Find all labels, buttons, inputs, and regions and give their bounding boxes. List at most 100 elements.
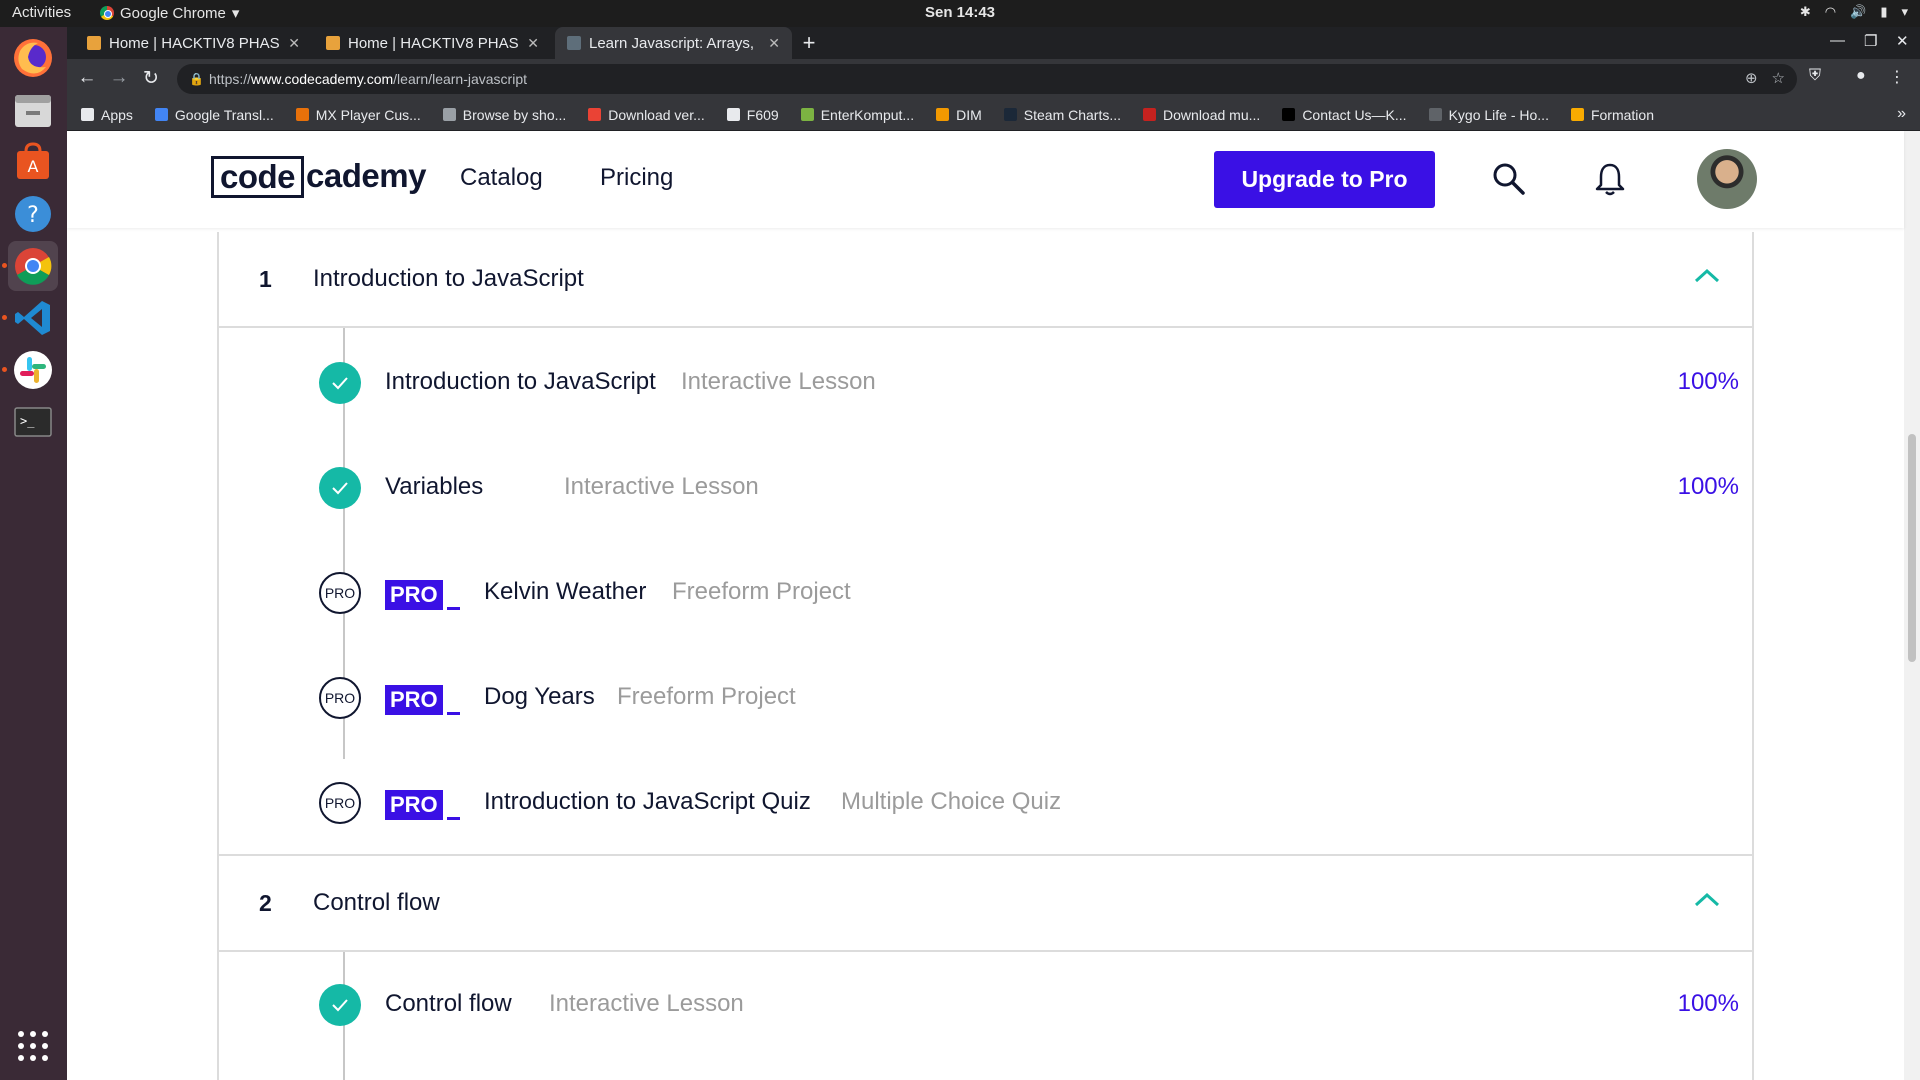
chrome-launcher[interactable] [8, 241, 58, 291]
pro-badge-cursor [446, 607, 460, 610]
browser-tab-active[interactable]: Learn Javascript: Arrays, ✕ [555, 27, 792, 59]
lesson-type: Interactive Lesson [681, 368, 876, 395]
nav-pricing[interactable]: Pricing [600, 164, 673, 192]
slack-launcher[interactable] [8, 345, 58, 395]
close-tab-icon[interactable]: ✕ [527, 35, 539, 52]
bookmark-label: Formation [1590, 106, 1654, 123]
battery-icon: ▮ [1880, 4, 1888, 19]
lesson-title: Introduction to JavaScript Quiz [484, 788, 811, 815]
restore-icon[interactable]: ❐ [1864, 32, 1877, 50]
bookmark-item[interactable]: F609 [726, 107, 779, 123]
lesson-row-pro[interactable]: PRO PRO Kelvin Weather Freeform Project [319, 568, 1739, 618]
bookmark-label: Download ver... [608, 106, 705, 123]
app-grid-icon [18, 1031, 48, 1061]
reload-icon[interactable]: ↻ [139, 67, 163, 90]
terminal-launcher[interactable]: >_ [8, 397, 58, 447]
notifications-bell-icon[interactable] [1595, 161, 1625, 197]
files-icon [15, 95, 51, 127]
running-indicator [2, 315, 7, 320]
menu-kebab-icon[interactable]: ⋮ [1889, 67, 1905, 87]
lesson-row[interactable]: Introduction to JavaScript Interactive L… [319, 358, 1739, 408]
pro-lock-icon: PRO [319, 572, 361, 614]
bookmark-item[interactable]: EnterKomput... [800, 107, 914, 123]
lesson-type: Freeform Project [617, 683, 796, 710]
lesson-progress: 100% [1677, 473, 1739, 500]
nav-catalog[interactable]: Catalog [460, 164, 543, 192]
chevron-up-icon[interactable] [1694, 892, 1720, 908]
bookmark-item[interactable]: Contact Us—K... [1282, 106, 1407, 123]
minimize-icon[interactable]: — [1830, 32, 1845, 49]
lesson-row[interactable]: Control flow Interactive Lesson 100% [319, 980, 1739, 1030]
clock[interactable]: Sen 14:43 [0, 4, 1920, 21]
bookmark-item[interactable]: Apps [81, 107, 133, 123]
lesson-progress: 100% [1677, 990, 1739, 1017]
lesson-type: Interactive Lesson [564, 473, 759, 500]
pro-lock-icon: PRO [319, 782, 361, 824]
chevron-up-icon[interactable] [1694, 268, 1720, 284]
bookmark-item[interactable]: Google Transl... [154, 107, 274, 123]
bookmark-item[interactable]: Download ver... [588, 107, 705, 123]
bookmark-favicon-icon [800, 108, 814, 121]
software-launcher[interactable]: A [8, 137, 58, 187]
address-bar[interactable]: 🔒 https://www.codecademy.com/learn/learn… [177, 64, 1797, 94]
show-applications-button[interactable] [8, 1021, 58, 1071]
bookmark-favicon-icon [936, 108, 950, 121]
forward-icon[interactable]: → [107, 67, 131, 89]
bookmark-favicon-icon [588, 108, 602, 121]
scrollbar-thumb[interactable] [1908, 434, 1916, 662]
tab-strip: Home | HACKTIV8 PHASE ✕ Home | HACKTIV8 … [67, 27, 1920, 59]
new-tab-button[interactable]: + [796, 30, 822, 56]
bookmark-favicon-icon [1570, 108, 1584, 121]
bookmark-item[interactable]: Browse by sho... [442, 106, 567, 123]
syllabus-list: 1 Introduction to JavaScript Introductio… [217, 232, 1754, 1080]
bookmark-label: Steam Charts... [1023, 106, 1122, 123]
extension-shield-icon[interactable]: ⛨ [1809, 67, 1821, 85]
files-launcher[interactable] [8, 85, 58, 135]
lesson-row-pro[interactable]: PRO PRO Introduction to JavaScript Quiz … [319, 778, 1739, 828]
bookmark-star-icon[interactable]: ☆ [1772, 64, 1785, 94]
lesson-row[interactable]: Variables Interactive Lesson 100% [319, 463, 1739, 513]
pro-badge-cursor [446, 817, 460, 820]
profile-icon[interactable]: ● [1856, 67, 1866, 85]
bookmark-favicon-icon [726, 108, 740, 121]
page-scrollbar[interactable] [1904, 131, 1920, 1080]
close-window-icon[interactable]: ✕ [1896, 32, 1909, 50]
bookmark-item[interactable]: Formation [1570, 106, 1654, 123]
bookmark-item[interactable]: Download mu... [1143, 107, 1260, 123]
vscode-launcher[interactable] [8, 293, 58, 343]
browser-tab[interactable]: Home | HACKTIV8 PHASE ✕ [314, 27, 551, 59]
user-avatar[interactable] [1697, 149, 1757, 209]
codecademy-logo[interactable]: code cademy [211, 156, 426, 198]
zoom-icon[interactable]: ⊕ [1745, 64, 1758, 94]
module-header[interactable]: 1 Introduction to JavaScript [219, 232, 1752, 328]
bookmark-favicon-icon [1143, 108, 1157, 121]
lesson-row-pro[interactable]: PRO PRO Dog Years Freeform Project [319, 673, 1739, 723]
browser-tab[interactable]: Home | HACKTIV8 PHASE ✕ [75, 27, 312, 59]
svg-text:>_: >_ [20, 414, 35, 428]
bookmark-label: Kygo Life - Ho... [1448, 106, 1549, 123]
close-tab-icon[interactable]: ✕ [768, 35, 780, 52]
lesson-title: Introduction to JavaScript [385, 368, 656, 395]
bookmark-item[interactable]: Kygo Life - Ho... [1428, 106, 1549, 123]
close-tab-icon[interactable]: ✕ [288, 35, 300, 52]
back-icon[interactable]: ← [75, 67, 99, 89]
lesson-type: Freeform Project [672, 578, 851, 605]
bookmark-favicon-icon [1282, 108, 1296, 121]
url-scheme: https:// [209, 71, 252, 87]
help-launcher[interactable]: ? [8, 189, 58, 239]
firefox-launcher[interactable] [8, 33, 58, 83]
bookmark-item[interactable]: MX Player Cus... [295, 107, 421, 123]
pro-badge-label: PRO [385, 580, 443, 610]
bookmark-favicon-icon [1428, 108, 1442, 121]
bookmark-label: Browse by sho... [462, 106, 567, 123]
module-header[interactable]: 2 Control flow [219, 854, 1752, 952]
bookmark-item[interactable]: DIM [936, 107, 982, 123]
bookmark-label: Contact Us—K... [1302, 106, 1407, 123]
search-icon[interactable] [1491, 161, 1527, 197]
bookmark-item[interactable]: Steam Charts... [1003, 106, 1122, 123]
system-tray[interactable]: ✱ ◠ 🔊 ▮ ▾ [1800, 4, 1908, 20]
upgrade-to-pro-button[interactable]: Upgrade to Pro [1214, 151, 1435, 208]
bookmark-label: Apps [101, 106, 133, 123]
more-bookmarks-icon[interactable]: » [1897, 105, 1906, 123]
slack-tray-icon[interactable]: ✱ [1800, 4, 1811, 20]
